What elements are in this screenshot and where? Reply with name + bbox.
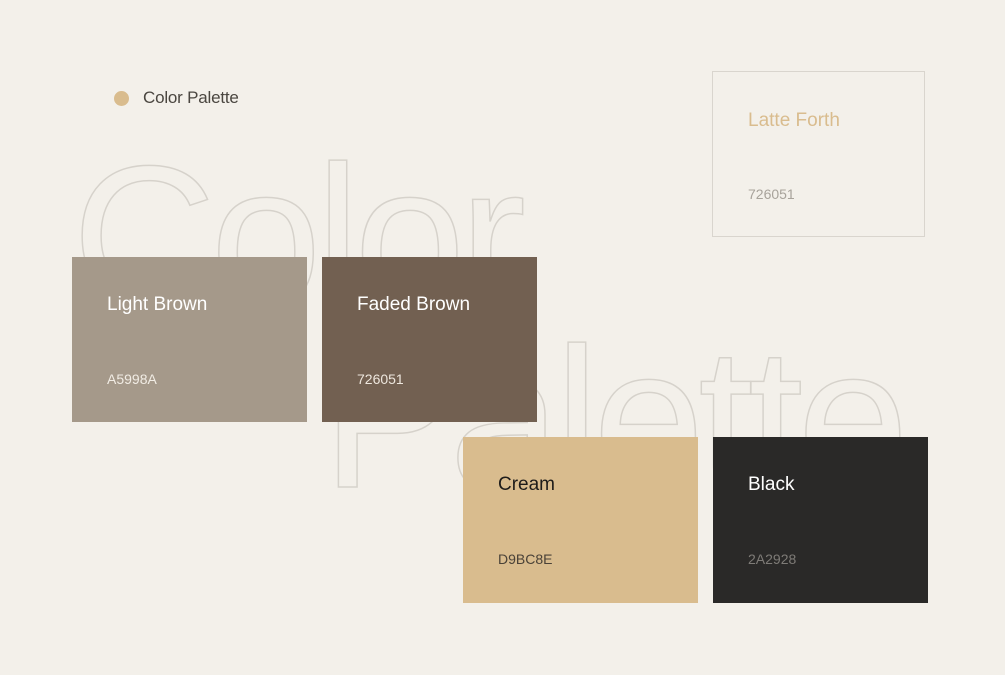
outline-color-card: Latte Forth 726051 [712,71,925,237]
color-hex-code: D9BC8E [498,551,553,567]
palette-page: Color Palette Color Palette Latte Forth … [0,0,1005,675]
swatch-light-brown: Light Brown A5998A [72,257,307,422]
color-hex-code: 726051 [748,186,795,202]
swatch-black: Black 2A2928 [713,437,928,603]
color-name: Black [748,474,795,495]
color-name: Faded Brown [357,294,471,315]
color-name: Cream [498,474,556,495]
color-hex-code: 726051 [357,371,404,387]
page-header: Color Palette [114,88,239,108]
color-name: Light Brown [107,294,208,315]
swatch-cream: Cream D9BC8E [463,437,698,603]
color-hex-code: 2A2928 [748,551,797,567]
page-title: Color Palette [143,88,239,107]
color-name: Latte Forth [748,110,840,131]
swatch-faded-brown: Faded Brown 726051 [322,257,537,422]
color-hex-code: A5998A [107,371,157,387]
accent-dot-icon [114,90,129,106]
